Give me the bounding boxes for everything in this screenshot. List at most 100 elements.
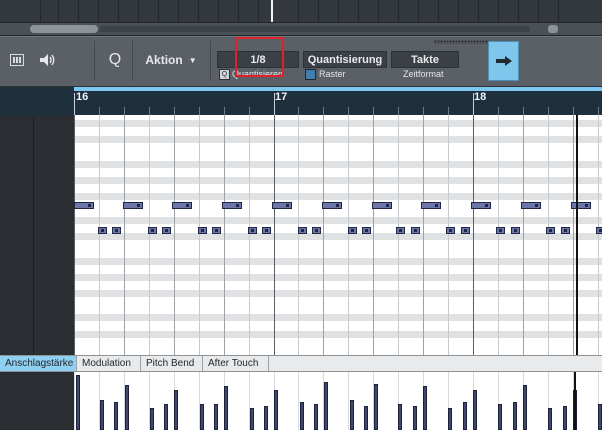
velocity-grid-line bbox=[74, 372, 75, 430]
midi-note[interactable] bbox=[222, 202, 242, 209]
velocity-lane[interactable] bbox=[74, 372, 602, 430]
midi-note[interactable] bbox=[521, 202, 541, 209]
midi-note[interactable] bbox=[446, 227, 455, 234]
velocity-bar[interactable] bbox=[498, 404, 502, 430]
midi-note[interactable] bbox=[212, 227, 221, 234]
tab-velocity[interactable]: Anschlagstärke bbox=[0, 356, 77, 371]
scrollbar-thumb[interactable] bbox=[30, 25, 98, 33]
midi-note[interactable] bbox=[561, 227, 570, 234]
midi-note[interactable] bbox=[312, 227, 321, 234]
loop-range-bar[interactable] bbox=[74, 87, 602, 91]
ruler-tick bbox=[348, 107, 349, 115]
midi-note[interactable] bbox=[198, 227, 207, 234]
velocity-bar[interactable] bbox=[250, 408, 254, 430]
midi-note[interactable] bbox=[571, 202, 591, 209]
horizontal-scrollbar[interactable] bbox=[0, 22, 602, 36]
ruler-tick bbox=[323, 107, 324, 115]
midi-note[interactable] bbox=[172, 202, 192, 209]
tab-modulation[interactable]: Modulation bbox=[77, 356, 141, 371]
midi-note[interactable] bbox=[396, 227, 405, 234]
velocity-bar[interactable] bbox=[76, 375, 80, 430]
velocity-grid-line bbox=[298, 372, 299, 430]
velocity-bar[interactable] bbox=[114, 402, 118, 430]
velocity-bar[interactable] bbox=[350, 400, 354, 430]
midi-note[interactable] bbox=[162, 227, 171, 234]
velocity-bar[interactable] bbox=[423, 386, 427, 430]
grid-line bbox=[249, 115, 250, 355]
midi-note[interactable] bbox=[496, 227, 505, 234]
quantize-checkbox[interactable]: Q bbox=[219, 69, 230, 80]
velocity-bar[interactable] bbox=[364, 406, 368, 430]
velocity-bar[interactable] bbox=[448, 408, 452, 430]
quantize-mode-field[interactable]: Quantisierung bbox=[303, 51, 387, 68]
bar-number: 17 bbox=[275, 91, 288, 103]
midi-note[interactable] bbox=[248, 227, 257, 234]
tab-pitch-bend[interactable]: Pitch Bend bbox=[141, 356, 203, 371]
midi-note[interactable] bbox=[596, 227, 602, 234]
playhead-line bbox=[574, 372, 576, 430]
velocity-bar[interactable] bbox=[100, 400, 104, 430]
velocity-bar[interactable] bbox=[324, 382, 328, 430]
keyboard-icon[interactable] bbox=[6, 43, 28, 77]
midi-note[interactable] bbox=[372, 202, 392, 209]
midi-note[interactable] bbox=[461, 227, 470, 234]
velocity-bar[interactable] bbox=[398, 404, 402, 430]
velocity-bar[interactable] bbox=[598, 404, 602, 430]
velocity-bar[interactable] bbox=[300, 402, 304, 430]
midi-note[interactable] bbox=[74, 202, 94, 209]
midi-note[interactable] bbox=[411, 227, 420, 234]
velocity-bar[interactable] bbox=[563, 406, 567, 430]
velocity-bar[interactable] bbox=[150, 408, 154, 430]
midi-note[interactable] bbox=[272, 202, 292, 209]
velocity-bar[interactable] bbox=[513, 402, 517, 430]
arrow-right-icon[interactable] bbox=[488, 41, 519, 81]
midi-note[interactable] bbox=[123, 202, 143, 209]
midi-note[interactable] bbox=[262, 227, 271, 234]
quantize-key-button[interactable]: Q bbox=[104, 43, 126, 77]
midi-note[interactable] bbox=[298, 227, 307, 234]
midi-note[interactable] bbox=[322, 202, 342, 209]
velocity-bar[interactable] bbox=[314, 404, 318, 430]
scrollbar-end-thumb[interactable] bbox=[548, 25, 558, 33]
velocity-bar[interactable] bbox=[214, 404, 218, 430]
midi-note[interactable] bbox=[421, 202, 441, 209]
midi-note[interactable] bbox=[511, 227, 520, 234]
velocity-bar[interactable] bbox=[164, 404, 168, 430]
midi-note[interactable] bbox=[148, 227, 157, 234]
velocity-bar[interactable] bbox=[224, 386, 228, 430]
grid-line bbox=[473, 115, 474, 355]
playhead-line[interactable] bbox=[576, 115, 578, 355]
midi-note[interactable] bbox=[362, 227, 371, 234]
ruler-tick bbox=[423, 107, 424, 115]
velocity-bar[interactable] bbox=[125, 385, 129, 430]
velocity-bar[interactable] bbox=[174, 390, 178, 430]
velocity-bar[interactable] bbox=[463, 402, 467, 430]
midi-note[interactable] bbox=[98, 227, 107, 234]
velocity-bar[interactable] bbox=[274, 390, 278, 430]
grid-line bbox=[398, 115, 399, 355]
midi-note[interactable] bbox=[112, 227, 121, 234]
velocity-bar[interactable] bbox=[200, 404, 204, 430]
timeline-ruler[interactable]: 16 17 18 bbox=[0, 87, 602, 115]
velocity-bar[interactable] bbox=[523, 385, 527, 430]
velocity-bar[interactable] bbox=[548, 408, 552, 430]
tab-after-touch[interactable]: After Touch bbox=[203, 356, 269, 371]
midi-note[interactable] bbox=[471, 202, 491, 209]
velocity-bar[interactable] bbox=[413, 406, 417, 430]
action-menu-button[interactable]: Aktion ▼ bbox=[138, 43, 204, 77]
strip-divider bbox=[238, 0, 239, 22]
piano-roll-grid[interactable] bbox=[74, 115, 602, 355]
playhead-marker bbox=[271, 0, 273, 22]
piano-keyboard-panel[interactable] bbox=[0, 115, 74, 355]
strip-divider bbox=[198, 0, 199, 22]
time-format-field[interactable]: Takte bbox=[391, 51, 459, 68]
midi-note[interactable] bbox=[546, 227, 555, 234]
ruler-tick bbox=[74, 93, 75, 115]
velocity-bar[interactable] bbox=[264, 406, 268, 430]
midi-note[interactable] bbox=[348, 227, 357, 234]
grid-checkbox[interactable] bbox=[305, 69, 316, 80]
speaker-icon[interactable] bbox=[36, 43, 60, 77]
velocity-bar[interactable] bbox=[473, 390, 477, 430]
toolbar-grip[interactable] bbox=[434, 40, 490, 44]
velocity-bar[interactable] bbox=[374, 384, 378, 430]
